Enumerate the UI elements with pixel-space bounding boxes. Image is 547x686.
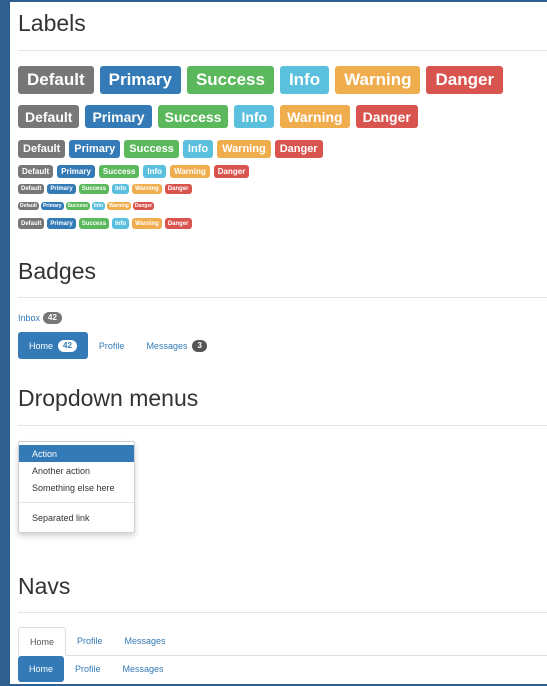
tab-profile[interactable]: Profile [66, 627, 114, 655]
label-info: Info [91, 202, 106, 210]
label-danger: Danger [355, 105, 418, 128]
section-title-dropdowns: Dropdown menus [18, 385, 199, 411]
label-default: Default [18, 165, 54, 178]
label-row-h4: Default Primary Success Info Warning Dan… [18, 165, 250, 178]
pill-home-label: Home [29, 340, 54, 351]
label-row-h3: Default Primary Success Info Warning Dan… [18, 140, 323, 158]
label-danger: Danger [164, 218, 192, 229]
label-warning: Warning [335, 66, 421, 94]
label-primary: Primary [47, 218, 76, 229]
dropdown-item-separated-link[interactable]: Separated link [19, 509, 134, 526]
label-success: Success [78, 218, 110, 229]
label-info: Info [143, 165, 167, 178]
section-divider [18, 50, 547, 51]
nav-pill-messages[interactable]: Messages [112, 656, 175, 682]
page-content: Labels Default Primary Success Info Warn… [18, 0, 547, 686]
label-success: Success [65, 202, 90, 210]
window-frame-left [0, 0, 10, 686]
dropdown-menu: Action Another action Something else her… [18, 441, 135, 533]
label-default: Default [18, 202, 39, 210]
label-info: Info [182, 140, 214, 158]
label-warning: Warning [107, 202, 131, 210]
label-row-h2: Default Primary Success Info Warning Dan… [18, 105, 418, 128]
label-primary: Primary [69, 140, 121, 158]
inbox-link-label: Inbox [18, 313, 41, 323]
label-default: Default [18, 184, 45, 194]
nav-pill-home[interactable]: Home [18, 656, 65, 682]
label-primary: Primary [57, 165, 95, 178]
pill-messages-badge: 3 [192, 339, 207, 352]
label-row-h1: Default Primary Success Info Warning Dan… [18, 66, 504, 94]
label-default: Default [18, 66, 94, 94]
label-info: Info [112, 218, 130, 229]
label-danger: Danger [274, 140, 323, 158]
label-primary: Primary [47, 184, 76, 194]
label-row-h6: Default Primary Success Info Warning Dan… [18, 202, 155, 210]
label-row-h5: Default Primary Success Info Warning Dan… [18, 184, 192, 194]
section-title-navs: Navs [18, 573, 71, 599]
pill-home[interactable]: Home 42 [18, 332, 88, 359]
label-warning: Warning [280, 105, 350, 128]
label-success: Success [186, 66, 274, 94]
label-success: Success [98, 165, 140, 178]
pill-messages[interactable]: Messages 3 [135, 332, 217, 359]
pill-home-badge: 42 [58, 339, 77, 352]
label-danger: Danger [132, 202, 155, 210]
tab-home[interactable]: Home [18, 627, 67, 656]
label-row-inline: Default Primary Success Info Warning Dan… [18, 218, 192, 229]
label-info: Info [279, 66, 330, 94]
label-danger: Danger [426, 66, 504, 94]
section-title-labels: Labels [18, 10, 86, 36]
label-default: Default [18, 105, 80, 128]
label-warning: Warning [132, 184, 162, 194]
label-default: Default [18, 218, 45, 229]
label-danger: Danger [213, 165, 250, 178]
label-warning: Warning [132, 218, 162, 229]
dropdown-divider [19, 502, 134, 503]
pill-profile-label: Profile [98, 340, 125, 351]
label-info: Info [234, 105, 275, 128]
inbox-badge: 42 [43, 312, 62, 324]
pill-messages-label: Messages [146, 340, 188, 351]
section-divider [18, 612, 547, 613]
dropdown-item-action[interactable]: Action [19, 445, 134, 462]
nav-pill-profile[interactable]: Profile [64, 656, 112, 682]
label-warning: Warning [170, 165, 210, 178]
label-primary: Primary [85, 105, 152, 128]
nav-pills: Home Profile Messages [18, 656, 175, 682]
nav-tabs: Home Profile Messages [18, 627, 547, 656]
pill-profile[interactable]: Profile [88, 332, 136, 359]
badge-pills-nav: Home 42 Profile Messages 3 [18, 332, 218, 359]
label-default: Default [18, 140, 66, 158]
inbox-link[interactable]: Inbox 42 [18, 312, 62, 324]
label-success: Success [78, 184, 110, 194]
label-success: Success [157, 105, 229, 128]
section-divider [18, 297, 547, 298]
label-primary: Primary [40, 202, 64, 210]
dropdown-item-another-action[interactable]: Another action [19, 462, 134, 479]
label-warning: Warning [217, 140, 271, 158]
section-divider [18, 425, 547, 426]
section-title-badges: Badges [18, 258, 97, 284]
label-primary: Primary [99, 66, 181, 94]
tab-messages[interactable]: Messages [114, 627, 177, 655]
label-success: Success [124, 140, 179, 158]
dropdown-item-something-else[interactable]: Something else here [19, 479, 134, 496]
label-info: Info [112, 184, 130, 194]
label-danger: Danger [164, 184, 192, 194]
